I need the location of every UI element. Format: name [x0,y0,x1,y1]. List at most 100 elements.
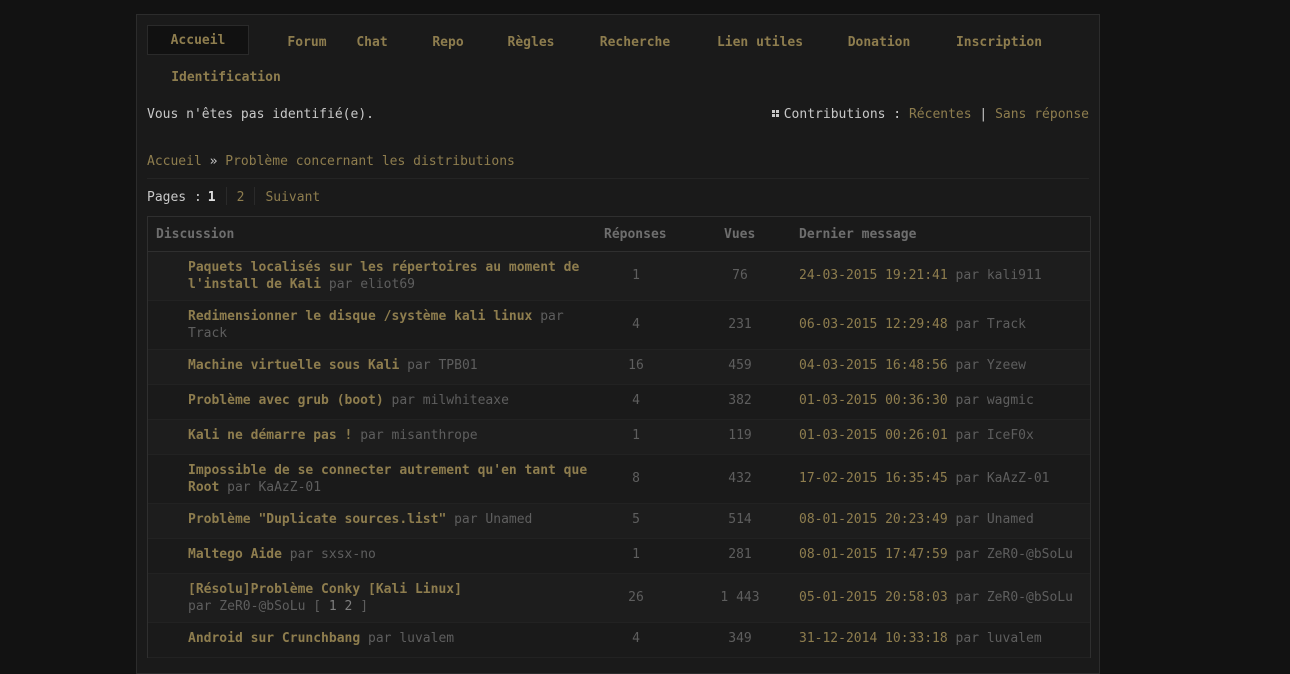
page-2-link[interactable]: 2 [237,190,245,205]
pages-label: Pages : [147,190,202,205]
topic-author: par sxsx-no [289,547,376,562]
last-message: 31-12-2014 10:33:18 par luvalem [799,631,1042,646]
tab-identification[interactable]: Identification [167,63,285,93]
last-message-author: par Unamed [955,512,1034,527]
topic-author: par milwhiteaxe [391,393,509,408]
topic-cell: Paquets localisés sur les répertoires au… [188,259,588,293]
topic-page-link[interactable]: 1 [329,599,337,614]
last-message-date-link[interactable]: 04-03-2015 16:48:56 [799,358,948,373]
link-separator: | [979,107,988,122]
topic-cell: Maltego Aide par sxsx-no [188,546,588,563]
tab-donation[interactable]: Donation [833,28,925,58]
replies-count: 4 [632,631,640,646]
replies-count: 1 [632,547,640,562]
topic-cell: [Résolu]Problème Conky [Kali Linux] par Z… [188,581,588,615]
topic-cell: Android sur Crunchbang par luvalem [188,630,588,647]
table-row: Machine virtuelle sous Kali par TPB01 16… [148,350,1090,385]
table-row: Paquets localisés sur les répertoires au… [148,252,1090,301]
topic-cell: Impossible de se connecter autrement qu'… [188,462,588,496]
tab-chat[interactable]: Chat [337,28,407,58]
breadcrumb-separator: » [209,154,218,169]
last-message: 01-03-2015 00:36:30 par wagmic [799,393,1034,408]
topic-author: par luvalem [368,631,455,646]
last-message-author: par ZeR0-@bSoLu [955,590,1073,605]
header-views: Vues [724,227,756,242]
tab-repo[interactable]: Repo [417,28,479,58]
replies-count: 1 [632,428,640,443]
last-message: 17-02-2015 16:35:45 par KaAzZ-01 [799,471,1049,486]
topic-author: par TPB01 [407,358,478,373]
table-row: Kali ne démarre pas ! par misanthrope 1 … [148,420,1090,455]
topic-cell: Redimensionner le disque /système kali l… [188,308,588,342]
topic-cell: Machine virtuelle sous Kali par TPB01 [188,357,588,374]
login-status: Vous n'êtes pas identifié(e). [147,107,374,122]
last-message-date-link[interactable]: 08-01-2015 20:23:49 [799,512,948,527]
pagination: Pages : 1 2 Suivant [147,187,320,205]
topic-page-link[interactable]: 2 [345,599,353,614]
last-message: 24-03-2015 19:21:41 par kali911 [799,268,1042,283]
last-message-date-link[interactable]: 31-12-2014 10:33:18 [799,631,948,646]
views-count: 231 [728,317,752,332]
tab-lien-utiles[interactable]: Lien utiles [703,28,817,58]
topic-author: par misanthrope [360,428,478,443]
table-row: Redimensionner le disque /système kali l… [148,301,1090,350]
tab-regles[interactable]: Règles [491,28,571,58]
last-message-date-link[interactable]: 24-03-2015 19:21:41 [799,268,948,283]
last-message-author: par luvalem [955,631,1042,646]
breadcrumb-current-link[interactable]: Problème concernant les distributions [225,154,515,169]
topic-link[interactable]: Machine virtuelle sous Kali [188,358,399,373]
next-page-link[interactable]: Suivant [265,190,320,205]
last-message-author: par IceF0x [955,428,1034,443]
table-row: [Résolu]Problème Conky [Kali Linux] par Z… [148,574,1090,623]
tab-inscription[interactable]: Inscription [943,28,1055,58]
header-discussion: Discussion [156,227,235,242]
tab-recherche[interactable]: Recherche [585,28,685,58]
topic-cell: Problème avec grub (boot) par milwhiteax… [188,392,588,409]
views-count: 1 443 [720,590,760,605]
views-count: 349 [728,631,752,646]
last-message: 05-01-2015 20:58:03 par ZeR0-@bSoLu [799,590,1073,605]
replies-count: 1 [632,268,640,283]
tab-accueil[interactable]: Accueil [147,25,249,55]
replies-count: 26 [628,590,644,605]
topic-link[interactable]: Problème "Duplicate sources.list" [188,512,446,527]
grid-icon [771,110,779,117]
topic-link[interactable]: Maltego Aide [188,547,282,562]
last-message-author: par kali911 [955,268,1042,283]
last-message-date-link[interactable]: 08-01-2015 17:47:59 [799,547,948,562]
topic-link[interactable]: Problème avec grub (boot) [188,393,384,408]
topics-table: Discussion Réponses Vues Dernier message… [147,216,1091,658]
replies-count: 4 [632,393,640,408]
topic-link[interactable]: Android sur Crunchbang [188,631,360,646]
topic-link[interactable]: Redimensionner le disque /système kali l… [188,309,532,324]
topic-link[interactable]: Kali ne démarre pas ! [188,428,352,443]
last-message-date-link[interactable]: 05-01-2015 20:58:03 [799,590,948,605]
contributions-links: Contributions : Récentes | Sans réponse [771,107,1089,123]
topic-pages: [ 1 2 ] [313,599,369,614]
header-last-message: Dernier message [799,227,917,242]
last-message-author: par Yzeew [955,358,1026,373]
views-count: 76 [732,268,748,283]
last-message-date-link[interactable]: 01-03-2015 00:26:01 [799,428,948,443]
views-count: 382 [728,393,752,408]
last-message-date-link[interactable]: 17-02-2015 16:35:45 [799,471,948,486]
header-replies: Réponses [604,227,667,242]
topic-link[interactable]: [Résolu]Problème Conky [Kali Linux] [188,582,462,597]
last-message-author: par wagmic [955,393,1034,408]
topic-cell: Kali ne démarre pas ! par misanthrope [188,427,588,444]
last-message: 01-03-2015 00:26:01 par IceF0x [799,428,1034,443]
breadcrumb-home-link[interactable]: Accueil [147,154,202,169]
no-reply-link[interactable]: Sans réponse [995,107,1089,122]
last-message: 08-01-2015 17:47:59 par ZeR0-@bSoLu [799,547,1073,562]
last-message-date-link[interactable]: 01-03-2015 00:36:30 [799,393,948,408]
recent-link[interactable]: Récentes [909,107,972,122]
views-count: 119 [728,428,752,443]
table-row: Android sur Crunchbang par luvalem 4 349… [148,623,1090,658]
last-message: 08-01-2015 20:23:49 par Unamed [799,512,1034,527]
breadcrumb: Accueil » Problème concernant les distri… [147,154,1089,179]
topic-cell: Problème "Duplicate sources.list" par Un… [188,511,588,528]
replies-count: 16 [628,358,644,373]
replies-count: 4 [632,317,640,332]
last-message-date-link[interactable]: 06-03-2015 12:29:48 [799,317,948,332]
topic-author: par KaAzZ-01 [227,480,322,495]
